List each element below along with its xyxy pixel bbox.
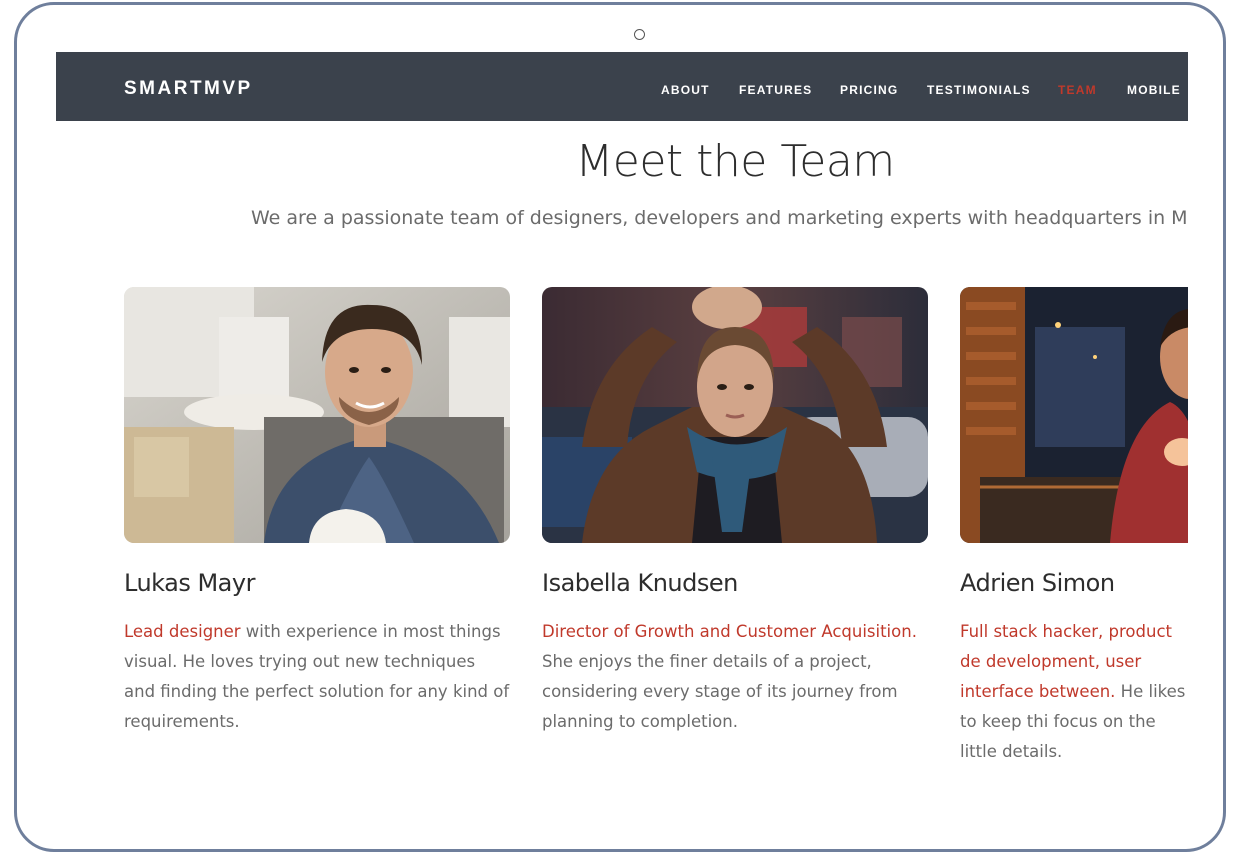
nav-item-team[interactable]: TEAM (1058, 83, 1097, 97)
camera-icon (634, 29, 645, 40)
section-subtitle: We are a passionate team of designers, d… (251, 207, 1188, 229)
team-card: Adrien Simon Full stack hacker, product … (960, 287, 1188, 767)
team-member-name: Isabella Knudsen (542, 569, 738, 597)
team-member-bio: Full stack hacker, product de developmen… (960, 617, 1188, 767)
nav-item-mobile[interactable]: MOBILE (1127, 83, 1181, 97)
website-screen: SMARTMVP ABOUT FEATURES PRICING TESTIMON… (56, 52, 1188, 822)
team-member-role: Lead designer (124, 622, 241, 641)
team-member-name: Adrien Simon (960, 569, 1115, 597)
navbar: SMARTMVP ABOUT FEATURES PRICING TESTIMON… (56, 52, 1188, 121)
brand-logo[interactable]: SMARTMVP (124, 78, 253, 100)
team-card: Isabella Knudsen Director of Growth and … (542, 287, 928, 737)
team-member-name: Lukas Mayr (124, 569, 255, 597)
nav-item-pricing[interactable]: PRICING (840, 83, 898, 97)
nav-item-about[interactable]: ABOUT (661, 83, 710, 97)
team-card: Lukas Mayr Lead designer with experience… (124, 287, 510, 737)
team-member-bio: Lead designer with experience in most th… (124, 617, 510, 737)
team-photo (124, 287, 510, 543)
page-title: Meet the Team (575, 136, 895, 187)
team-member-bio: Director of Growth and Customer Acquisit… (542, 617, 928, 737)
nav-item-testimonials[interactable]: TESTIMONIALS (927, 83, 1031, 97)
team-photo (542, 287, 928, 543)
nav-item-features[interactable]: FEATURES (739, 83, 812, 97)
team-photo (960, 287, 1188, 543)
team-member-description: She enjoys the finer details of a projec… (542, 652, 898, 731)
team-member-role: Director of Growth and Customer Acquisit… (542, 622, 917, 641)
